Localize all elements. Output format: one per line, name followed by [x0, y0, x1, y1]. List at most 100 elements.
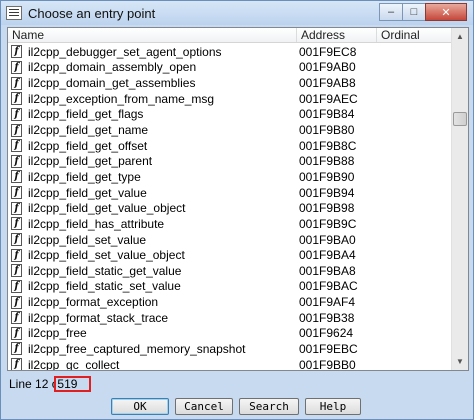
entry-address: 001F9AF4: [299, 295, 356, 310]
app-icon: [6, 6, 22, 20]
title-bar[interactable]: Choose an entry point – □ ✕: [1, 1, 473, 25]
name-cell: f il2cpp_format_exception: [8, 295, 297, 309]
name-cell: f il2cpp_field_get_offset: [8, 139, 297, 153]
ok-button[interactable]: OK: [111, 398, 169, 415]
table-row[interactable]: f il2cpp_field_set_value 001F9BA0: [8, 232, 452, 248]
entry-address: 001F9EC8: [299, 44, 357, 59]
entry-name: il2cpp_field_has_attribute: [28, 216, 165, 231]
help-button[interactable]: Help: [305, 398, 361, 415]
table-row[interactable]: f il2cpp_field_get_name 001F9B80: [8, 122, 452, 138]
close-button[interactable]: ✕: [425, 3, 467, 21]
table-row[interactable]: f il2cpp_exception_from_name_msg 001F9AEC: [8, 91, 452, 107]
entry-address: 001F9B90: [299, 169, 355, 184]
entry-name: il2cpp_field_get_flags: [28, 107, 144, 122]
table-row[interactable]: f il2cpp_field_get_offset 001F9B8C: [8, 138, 452, 154]
scroll-down-icon[interactable]: ▼: [452, 353, 468, 370]
maximize-button[interactable]: □: [402, 3, 426, 21]
status-total-count: 519: [54, 376, 92, 392]
table-row[interactable]: f il2cpp_field_get_value 001F9B94: [8, 185, 452, 201]
entry-name: il2cpp_domain_get_assemblies: [28, 76, 196, 91]
function-icon: f: [11, 295, 22, 309]
function-icon: f: [11, 279, 22, 293]
entry-address: 001F9BA8: [299, 263, 356, 278]
name-cell: f il2cpp_field_get_flags: [8, 107, 297, 121]
table-row[interactable]: f il2cpp_domain_assembly_open 001F9AB0: [8, 60, 452, 76]
table-row[interactable]: f il2cpp_field_get_value_object 001F9B98: [8, 200, 452, 216]
name-cell: f il2cpp_exception_from_name_msg: [8, 92, 297, 106]
entry-name: il2cpp_domain_assembly_open: [28, 60, 197, 75]
name-cell: f il2cpp_debugger_set_agent_options: [8, 45, 297, 59]
table-row[interactable]: f il2cpp_field_set_value_object 001F9BA4: [8, 247, 452, 263]
function-icon: f: [11, 123, 22, 137]
name-cell: f il2cpp_format_stack_trace: [8, 311, 297, 325]
table-row[interactable]: f il2cpp_domain_get_assemblies 001F9AB8: [8, 75, 452, 91]
column-header-address[interactable]: Address: [297, 28, 377, 42]
function-icon: f: [11, 170, 22, 184]
cancel-button[interactable]: Cancel: [175, 398, 233, 415]
table-row[interactable]: f il2cpp_field_get_type 001F9B90: [8, 169, 452, 185]
table-row[interactable]: f il2cpp_free_captured_memory_snapshot 001…: [8, 341, 452, 357]
entry-address: 001F9EBC: [299, 341, 358, 356]
function-icon: f: [11, 60, 22, 74]
name-cell: f il2cpp_field_set_value_object: [8, 248, 297, 262]
entry-address: 001F9B84: [299, 107, 355, 122]
function-icon: f: [11, 326, 22, 340]
scroll-thumb[interactable]: [453, 112, 467, 126]
function-icon: f: [11, 201, 22, 215]
name-cell: f il2cpp_field_get_value_object: [8, 201, 297, 215]
name-cell: f il2cpp_gc_collect: [8, 357, 297, 371]
entry-name: il2cpp_gc_collect: [28, 357, 120, 371]
table-row[interactable]: f il2cpp_format_stack_trace 001F9B38: [8, 310, 452, 326]
table-row[interactable]: f il2cpp_format_exception 001F9AF4: [8, 294, 452, 310]
entry-name: il2cpp_free: [28, 326, 87, 341]
function-icon: f: [11, 107, 22, 121]
name-cell: f il2cpp_field_has_attribute: [8, 217, 297, 231]
entry-address: 001F9AB8: [299, 76, 356, 91]
search-button[interactable]: Search: [239, 398, 299, 415]
entry-address: 001F9AB0: [299, 60, 356, 75]
table-row[interactable]: f il2cpp_field_has_attribute 001F9B9C: [8, 216, 452, 232]
table-row[interactable]: f il2cpp_debugger_set_agent_options 001F9E…: [8, 44, 452, 60]
vertical-scrollbar[interactable]: ▲ ▼: [451, 28, 468, 370]
entry-name: il2cpp_field_static_set_value: [28, 279, 181, 294]
column-header-name[interactable]: Name: [8, 28, 297, 42]
scroll-up-icon[interactable]: ▲: [452, 28, 468, 45]
list-header: Name Address Ordinal: [8, 28, 452, 43]
name-cell: f il2cpp_field_get_type: [8, 170, 297, 184]
table-row[interactable]: f il2cpp_field_get_flags 001F9B84: [8, 107, 452, 123]
entry-name: il2cpp_field_get_offset: [28, 138, 148, 153]
column-header-ordinal[interactable]: Ordinal: [377, 28, 452, 42]
table-row[interactable]: f il2cpp_field_get_parent 001F9B88: [8, 153, 452, 169]
function-icon: f: [11, 311, 22, 325]
entry-address: 001F9AEC: [299, 91, 358, 106]
function-icon: f: [11, 358, 22, 370]
minimize-button[interactable]: –: [379, 3, 403, 21]
function-icon: f: [11, 76, 22, 90]
entry-name: il2cpp_field_set_value: [28, 232, 147, 247]
entry-name: il2cpp_field_get_name: [28, 123, 149, 138]
status-line: Line 12 o 519: [9, 376, 92, 392]
name-cell: f il2cpp_field_static_set_value: [8, 279, 297, 293]
entry-address: 001F9B94: [299, 185, 355, 200]
function-icon: f: [11, 92, 22, 106]
window-controls: – □ ✕: [379, 3, 467, 21]
entry-name: il2cpp_free_captured_memory_snapshot: [28, 341, 246, 356]
function-icon: f: [11, 248, 22, 262]
entry-address: 001F9B98: [299, 201, 355, 216]
function-icon: f: [11, 139, 22, 153]
name-cell: f il2cpp_field_get_value: [8, 186, 297, 200]
table-row[interactable]: f il2cpp_free 001F9624: [8, 326, 452, 342]
entry-point-list[interactable]: Name Address Ordinal f il2cpp_debugger_se…: [7, 27, 469, 371]
name-cell: f il2cpp_free: [8, 326, 297, 340]
function-icon: f: [11, 264, 22, 278]
name-cell: f il2cpp_field_set_value: [8, 233, 297, 247]
name-cell: f il2cpp_domain_assembly_open: [8, 60, 297, 74]
name-cell: f il2cpp_field_static_get_value: [8, 264, 297, 278]
entry-name: il2cpp_format_exception: [28, 295, 159, 310]
table-row[interactable]: f il2cpp_gc_collect 001F9BB0: [8, 357, 452, 371]
table-row[interactable]: f il2cpp_field_static_set_value 001F9BAC: [8, 279, 452, 295]
name-cell: f il2cpp_field_get_name: [8, 123, 297, 137]
entry-name: il2cpp_field_static_get_value: [28, 263, 182, 278]
table-row[interactable]: f il2cpp_field_static_get_value 001F9BA8: [8, 263, 452, 279]
entry-address: 001F9BA4: [299, 248, 356, 263]
